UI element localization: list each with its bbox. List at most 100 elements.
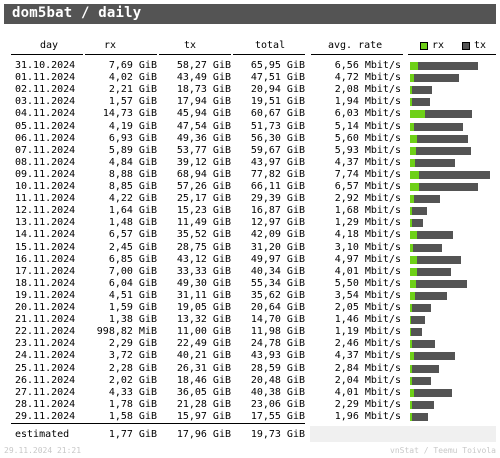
row-total: 14,70 GiB	[250, 314, 305, 326]
row-total: 66,11 GiB	[250, 181, 305, 192]
row-rate: 5,60 Mbit/s	[334, 132, 401, 144]
bar-tx	[410, 304, 431, 312]
bar-rx	[410, 195, 414, 204]
row-tx: 15,23 GiB	[176, 205, 231, 217]
row-tx: 49,30 GiB	[176, 277, 231, 289]
row-rx: 7,00 GiB	[108, 265, 157, 277]
row-day: 13.11.2024	[15, 217, 76, 229]
row-day: 07.11.2024	[15, 144, 76, 156]
bar-rx	[410, 400, 412, 409]
table-row: 22.11.2024 998,82 MiB 11,00 GiB 11,98 GiB 1,…	[0, 326, 500, 338]
bar-rx	[410, 146, 416, 155]
row-rx: 1,38 GiB	[108, 314, 157, 326]
legend-rx-swatch	[420, 42, 428, 50]
row-rate: 4,72 Mbit/s	[334, 72, 401, 84]
table-row: 21.11.2024 1,38 GiB 13,32 GiB 14,70 GiB 1,46…	[0, 314, 500, 326]
row-tx: 26,31 GiB	[176, 362, 231, 374]
row-tx: 45,94 GiB	[176, 108, 231, 120]
bar-tx	[410, 74, 459, 83]
row-rx: 1,57 GiB	[108, 96, 157, 108]
bar-rx	[410, 110, 425, 119]
table-row: 06.11.2024 6,93 GiB 49,36 GiB 56,30 GiB 5,60…	[0, 133, 500, 145]
row-day: 06.11.2024	[15, 132, 76, 144]
row-total: 40,38 GiB	[250, 386, 305, 398]
bar-tx	[410, 388, 452, 397]
row-rx: 3,72 GiB	[108, 350, 157, 362]
row-day: 16.11.2024	[15, 253, 76, 265]
row-total: 49,97 GiB	[250, 253, 305, 265]
row-day: 25.11.2024	[15, 362, 76, 374]
table-row: 16.11.2024 6,85 GiB 43,12 GiB 49,97 GiB 4,97…	[0, 254, 500, 266]
table-row: 15.11.2024 2,45 GiB 28,75 GiB 31,20 GiB 3,10…	[0, 242, 500, 254]
row-rate: 5,93 Mbit/s	[334, 144, 401, 156]
table-row: 10.11.2024 8,85 GiB 57,26 GiB 66,11 GiB 6,57…	[0, 181, 500, 193]
estimated-rx: 1,77 GiB	[108, 429, 157, 440]
bar-tx	[410, 86, 432, 95]
row-rx: 4,19 GiB	[108, 120, 157, 132]
row-rx: 6,57 GiB	[108, 229, 157, 241]
table-row: 08.11.2024 4,84 GiB 39,12 GiB 43,97 GiB 4,37…	[0, 157, 500, 169]
row-total: 35,62 GiB	[250, 289, 305, 301]
header-underline-tx	[159, 54, 231, 55]
table-row: 23.11.2024 2,29 GiB 22,49 GiB 24,78 GiB 2,46…	[0, 338, 500, 350]
row-total: 43,97 GiB	[250, 156, 305, 168]
row-tx: 15,97 GiB	[176, 410, 231, 422]
row-rate: 6,03 Mbit/s	[334, 108, 401, 120]
row-day: 21.11.2024	[15, 314, 76, 326]
row-rx: 4,84 GiB	[108, 156, 157, 168]
row-total: 42,09 GiB	[250, 229, 305, 241]
row-day: 03.11.2024	[15, 96, 76, 108]
row-day: 08.11.2024	[15, 156, 76, 168]
row-rx: 998,82 MiB	[96, 326, 157, 338]
row-tx: 13,32 GiB	[176, 314, 231, 326]
bar-tx	[410, 98, 430, 107]
row-day: 29.11.2024	[15, 410, 76, 422]
row-day: 22.11.2024	[15, 326, 76, 338]
row-day: 04.11.2024	[15, 108, 76, 120]
bar-tx	[410, 279, 467, 288]
header-tx: tx	[184, 40, 197, 51]
bar-tx	[410, 340, 435, 349]
row-rx: 4,02 GiB	[108, 72, 157, 84]
bar-tx	[410, 158, 455, 167]
row-total: 56,30 GiB	[250, 132, 305, 144]
bar-tx	[410, 122, 463, 131]
row-rx: 7,69 GiB	[108, 60, 157, 71]
row-day: 23.11.2024	[15, 338, 76, 350]
table-row: 01.11.2024 4,02 GiB 43,49 GiB 47,51 GiB 4,72…	[0, 72, 500, 84]
row-total: 20,94 GiB	[250, 84, 305, 96]
header-underline-total	[233, 54, 305, 55]
table-row: 13.11.2024 1,48 GiB 11,49 GiB 12,97 GiB 1,29…	[0, 217, 500, 229]
row-tx: 43,49 GiB	[176, 72, 231, 84]
row-rx: 1,58 GiB	[108, 410, 157, 422]
row-rate: 1,29 Mbit/s	[334, 217, 401, 229]
row-rx: 6,93 GiB	[108, 132, 157, 144]
row-day: 14.11.2024	[15, 229, 76, 241]
row-rate: 6,56 Mbit/s	[334, 60, 401, 71]
row-day: 17.11.2024	[15, 265, 76, 277]
row-tx: 11,49 GiB	[176, 217, 231, 229]
row-day: 15.11.2024	[15, 241, 76, 253]
table-row: 02.11.2024 2,21 GiB 18,73 GiB 20,94 GiB 2,08…	[0, 84, 500, 96]
row-total: 47,51 GiB	[250, 72, 305, 84]
bar-rx	[410, 98, 412, 107]
row-rate: 6,57 Mbit/s	[334, 181, 401, 192]
row-total: 28,59 GiB	[250, 362, 305, 374]
row-rate: 1,94 Mbit/s	[334, 96, 401, 108]
row-tx: 28,75 GiB	[176, 241, 231, 253]
row-day: 27.11.2024	[15, 386, 76, 398]
bar-rx	[410, 183, 419, 191]
bar-rx	[410, 62, 418, 70]
row-rate: 4,37 Mbit/s	[334, 156, 401, 168]
bar-tx	[410, 195, 440, 204]
title-bar: dom5bat / daily	[4, 4, 496, 24]
row-rate: 2,08 Mbit/s	[334, 84, 401, 96]
row-rx: 2,21 GiB	[108, 84, 157, 96]
row-total: 20,48 GiB	[250, 374, 305, 386]
bar-rx	[410, 279, 416, 288]
table-row: 19.11.2024 4,51 GiB 31,11 GiB 35,62 GiB 3,54…	[0, 290, 500, 302]
row-rate: 1,46 Mbit/s	[334, 314, 401, 326]
row-rate: 7,74 Mbit/s	[334, 168, 401, 180]
row-total: 20,64 GiB	[250, 302, 305, 313]
bar-tx	[410, 170, 490, 179]
